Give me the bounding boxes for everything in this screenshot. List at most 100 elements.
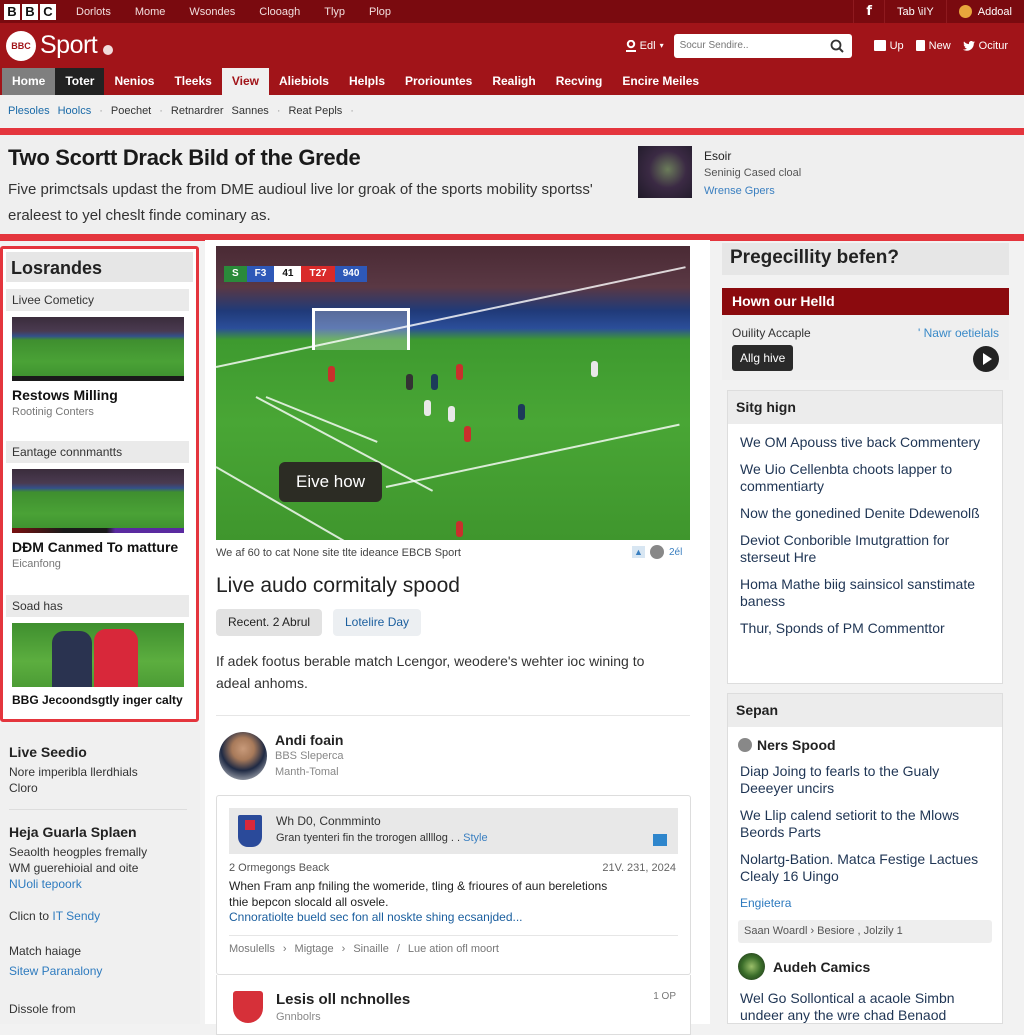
list-item[interactable]: Thur, Sponds of PM Commenttor — [728, 620, 1002, 637]
nav-tab[interactable]: Toter — [55, 68, 105, 95]
sidebar-card[interactable]: Soad has BBG Jecoondsgtly inger calty — [6, 595, 189, 715]
sidebar-card-headline[interactable]: Restows Milling — [12, 387, 189, 403]
link-block: Heja Guarla Splaen Seaolth heogples frem… — [9, 824, 147, 892]
panel-author[interactable]: Audeh Camics — [738, 953, 1002, 980]
panel-breadcrumb[interactable]: Saan Woardl › Besiore , Jolzily 1 — [738, 920, 992, 943]
quote-link[interactable]: Style — [463, 832, 487, 844]
hero-thumbnail[interactable] — [638, 146, 692, 198]
twitter-button[interactable]: Ocitur — [962, 40, 1008, 52]
match-thumbnail[interactable] — [12, 469, 184, 533]
panel-title: Sepan — [728, 694, 1002, 727]
new-button[interactable]: New — [915, 40, 951, 52]
search-box[interactable] — [673, 33, 852, 58]
list-item[interactable]: Homa Mathe biig sainsicol sanstimate ban… — [728, 576, 1002, 610]
link-row-text[interactable]: Dissole from — [9, 1002, 76, 1016]
top-link[interactable]: Tlyp — [324, 6, 345, 18]
breadcrumb-item[interactable]: Sannes — [232, 105, 269, 117]
live-now-button[interactable]: Eive how — [279, 462, 382, 502]
nav-tab[interactable]: Helpls — [339, 68, 395, 95]
link-block-link[interactable]: NUoli tepoork — [9, 877, 82, 891]
breadcrumb-item[interactable]: Reat Pepls — [288, 105, 342, 117]
list-item[interactable]: Now the gonedined Denite Ddewenolß — [728, 505, 1002, 522]
list-item[interactable]: Diap Joing to fearls to the Gualy Deeeye… — [728, 763, 1002, 797]
nav-tab[interactable]: Proriountes — [395, 68, 482, 95]
top-link[interactable]: Mome — [135, 6, 166, 18]
player-figure — [431, 374, 438, 390]
nav-tab[interactable]: Recving — [546, 68, 613, 95]
breadcrumb-item[interactable]: Plesoles — [8, 105, 50, 117]
bbc-logo[interactable]: B B C — [4, 3, 56, 20]
account-link[interactable]: Addoal — [945, 0, 1024, 23]
match-thumbnail[interactable] — [12, 623, 184, 687]
tag-link[interactable]: Sinaille — [353, 943, 388, 955]
player-figure — [464, 426, 471, 442]
play-icon[interactable] — [973, 346, 999, 372]
share-icon[interactable]: ▲ — [632, 546, 645, 558]
author-card[interactable]: Andi foain BBS Sleperca Manth-Tomal — [219, 732, 343, 780]
avatar[interactable] — [219, 732, 267, 780]
breadcrumb-item[interactable]: Poechet — [111, 105, 151, 117]
author-name[interactable]: Andi foain — [275, 732, 343, 748]
tag-link[interactable]: Migtage — [295, 943, 334, 955]
sidebar-card-headline[interactable]: BBG Jecoondsgtly inger calty — [12, 693, 189, 707]
player-figure — [456, 364, 463, 380]
list-item[interactable]: Wel Go Sollontical a acaole Simbn undeer… — [728, 990, 1002, 1024]
list-item[interactable]: Nolartg-Bation. Matca Festige Lactues Cl… — [728, 851, 1002, 885]
list-item[interactable]: We Uio Cellenbta choots lapper to commen… — [728, 461, 1002, 495]
upload-button[interactable]: Up — [873, 40, 904, 52]
link-row-link[interactable]: Sitew Paranalony — [9, 963, 102, 979]
next-story-card[interactable]: Lesis oll nchnolles Gnnbolrs 1 OP — [216, 975, 691, 1035]
date-pill[interactable]: Recent. 2 Abrul — [216, 609, 323, 636]
sidebar-card-headline[interactable]: DĐM Canmed To matture — [12, 539, 189, 555]
link-block-heading[interactable]: Heja Guarla Splaen — [9, 824, 147, 840]
next-story-title[interactable]: Lesis oll nchnolles — [276, 991, 410, 1008]
tag-separator: / — [396, 943, 400, 955]
sport-brand[interactable]: Sport — [40, 31, 98, 60]
breadcrumb-item[interactable]: Retnardrer — [171, 105, 224, 117]
tab-link[interactable]: Tab \iIY — [884, 0, 946, 23]
top-link[interactable]: Plop — [369, 6, 391, 18]
breadcrumb-item[interactable]: Hoolcs — [58, 105, 92, 117]
panel-link[interactable]: Engietera — [728, 895, 1002, 912]
sidebar-card[interactable]: Livee Cometicy Restows Milling Rootinig … — [6, 289, 189, 429]
live-day-pill[interactable]: Lotelire Day — [333, 609, 422, 636]
panel-subhead-label: Ners Spood — [757, 737, 836, 753]
hero-side-link[interactable]: Wrense Gpers — [704, 185, 775, 197]
facebook-icon[interactable]: f — [853, 0, 884, 23]
nav-tab-home[interactable]: Home — [2, 68, 56, 95]
link-block-heading[interactable]: Live Seedio — [9, 744, 138, 760]
nav-tab-active[interactable]: View — [221, 68, 269, 95]
sport-badge-icon[interactable]: BBC — [6, 30, 36, 61]
nav-tab[interactable]: Tleeks — [164, 68, 221, 95]
list-item[interactable]: We Llip calend setiorit to the Mlows Beo… — [728, 807, 1002, 841]
top-link[interactable]: Dorlots — [76, 6, 111, 18]
nav-tab[interactable]: Nenios — [104, 68, 164, 95]
nav-tab[interactable]: Realigh — [482, 68, 545, 95]
list-item[interactable]: Deviot Conborible Imutgrattion for sters… — [728, 532, 1002, 566]
sidebar-card[interactable]: Eantage connmantts DĐM Canmed To matture… — [6, 441, 189, 581]
score-cell: T27 — [301, 266, 335, 282]
video-player[interactable]: S F3 41 T27 940 Eive how — [216, 246, 690, 540]
author-tag: Manth-Tomal — [275, 766, 339, 778]
search-icon[interactable] — [830, 39, 844, 53]
audio-details-link[interactable]: ' Nawr oetielals — [918, 326, 999, 340]
quoted-post[interactable]: Wh D0, Conmminto Gran tyenteri fin the t… — [229, 808, 678, 854]
list-item[interactable]: We OM Apouss tive back Commentery — [728, 434, 1002, 451]
nav-tab[interactable]: Encire Meiles — [612, 68, 709, 95]
top-link[interactable]: Clooagh — [259, 6, 300, 18]
match-thumbnail[interactable] — [12, 317, 184, 381]
search-input[interactable] — [679, 40, 830, 51]
top-link[interactable]: Wsondes — [189, 6, 235, 18]
tag-link[interactable]: Lue ation ofl moort — [408, 943, 499, 955]
nav-tab[interactable]: Aliebiols — [269, 68, 339, 95]
pitch-line — [265, 396, 378, 443]
comment-icon[interactable] — [650, 545, 664, 559]
flag-icon[interactable] — [653, 834, 667, 846]
link-row-link[interactable]: IT Sendy — [52, 909, 100, 923]
account-menu[interactable]: Edl ▾ — [625, 39, 664, 52]
read-more-link[interactable]: Cnnoratiolte bueld sec fon all noskte sh… — [229, 910, 523, 924]
listen-live-button[interactable]: Allg hive — [732, 345, 794, 371]
score-cell: 940 — [334, 266, 368, 282]
tag-link[interactable]: Mosulells — [229, 943, 275, 955]
hero-banner: Two Scortt Drack Bild of the Grede Five … — [0, 135, 1024, 234]
